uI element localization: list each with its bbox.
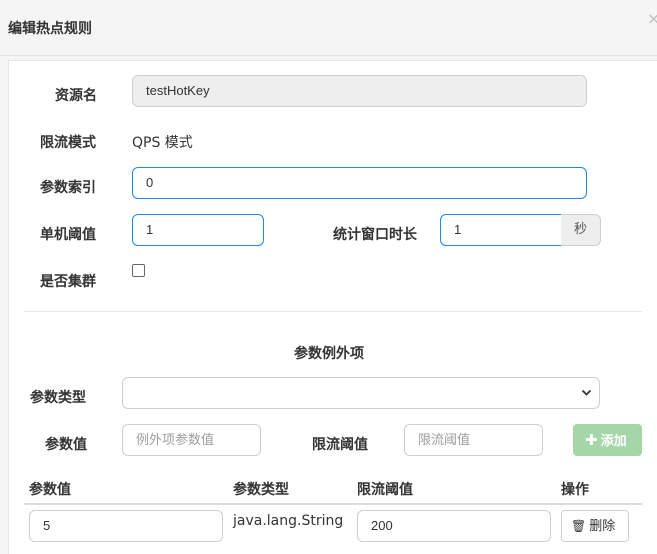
param-type-label: 参数类型 [30,390,86,406]
table-header-line [24,503,642,505]
dialog-body [8,60,657,554]
window-label: 统计窗口时长 [333,227,417,243]
cluster-checkbox[interactable] [132,264,145,277]
trash-icon: 🗑 [571,519,587,533]
delete-button[interactable]: 🗑 删除 [561,510,629,542]
column-header-threshold: 限流阈值 [357,482,413,498]
window-unit: 秒 [561,214,601,246]
threshold-label: 单机阈值 [40,227,96,243]
add-button-label: 添加 [600,434,627,449]
param-value-label: 参数值 [45,437,87,453]
resource-input[interactable]: testHotKey [132,75,587,107]
plus-icon: ✚ [585,431,598,449]
delete-button-label: 删除 [589,519,616,534]
dialog-title: 编辑热点规则 [8,21,92,37]
limit-input[interactable]: 限流阈值 [404,424,543,456]
window-input[interactable]: 1 [440,214,562,246]
mode-value: QPS 模式 [132,135,193,151]
row-type: java.lang.String [233,513,344,529]
column-header-value: 参数值 [29,482,71,498]
add-button[interactable]: ✚ 添加 [573,424,642,456]
row-value-input[interactable]: 5 [29,510,223,542]
exception-section-title: 参数例外项 [294,346,364,362]
param-type-select[interactable] [122,377,600,409]
row-threshold-input[interactable]: 200 [357,510,551,542]
threshold-input[interactable]: 1 [132,214,264,246]
chevron-down-icon [581,387,592,401]
close-icon[interactable]: × [647,9,657,28]
dialog-header: 编辑热点规则 × [0,0,657,56]
column-header-action: 操作 [561,482,589,498]
divider [24,311,642,312]
param-value-input[interactable]: 例外项参数值 [122,424,261,456]
mode-label: 限流模式 [40,135,96,151]
limit-label: 限流阈值 [312,437,368,453]
param-index-input[interactable]: 0 [132,167,587,199]
resource-label: 资源名 [55,88,97,104]
cluster-label: 是否集群 [40,274,96,290]
column-header-type: 参数类型 [233,482,289,498]
param-index-label: 参数索引 [40,180,96,196]
